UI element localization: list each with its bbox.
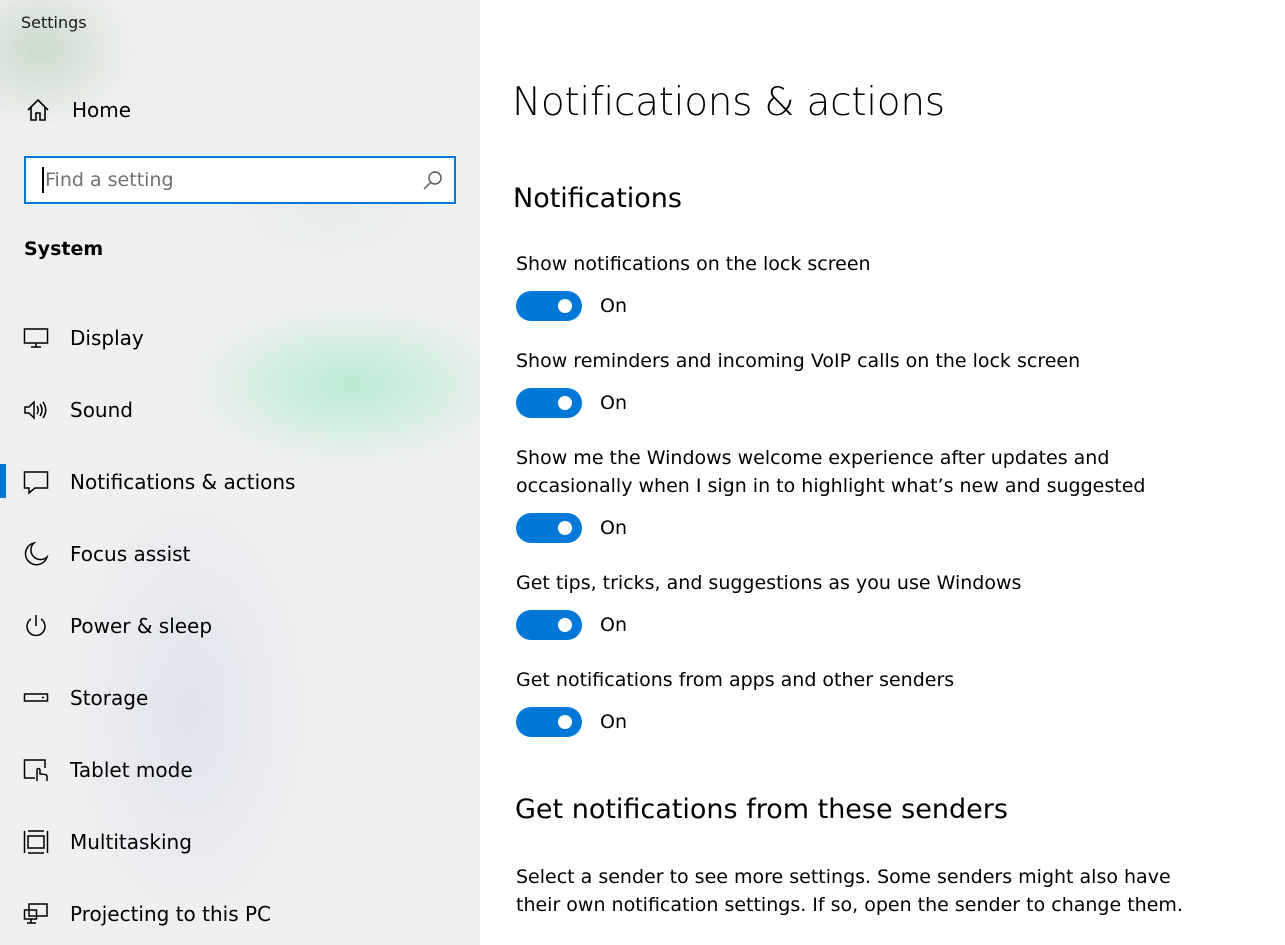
sidebar-item-label: Sound	[70, 398, 133, 422]
main-content: Notifications & actions Notifications Sh…	[480, 0, 1285, 945]
sidebar-item-power-sleep[interactable]: Power & sleep	[0, 590, 480, 662]
toggle-state: On	[600, 517, 627, 539]
sidebar: Settings Home Find a setting System Disp…	[0, 0, 480, 945]
app-title: Settings	[21, 13, 87, 32]
sidebar-item-focus-assist[interactable]: Focus assist	[0, 518, 480, 590]
sidebar-item-tablet-mode[interactable]: Tablet mode	[0, 734, 480, 806]
display-icon	[23, 325, 49, 351]
sidebar-item-label: Projecting to this PC	[70, 902, 272, 926]
sidebar-item-projecting[interactable]: Projecting to this PC	[0, 878, 480, 945]
senders-info-text: Select a sender to see more settings. So…	[516, 866, 1183, 916]
welcome-experience-toggle[interactable]	[516, 513, 582, 543]
settings-window: Settings Home Find a setting System Disp…	[0, 0, 1285, 945]
sidebar-item-display[interactable]: Display	[0, 302, 480, 374]
sidebar-item-sound[interactable]: Sound	[0, 374, 480, 446]
search-icon[interactable]	[422, 170, 444, 192]
sidebar-item-label: Notifications & actions	[70, 470, 296, 494]
toggle-state: On	[600, 711, 627, 733]
sidebar-item-notifications[interactable]: Notifications & actions	[0, 446, 480, 518]
moon-icon	[23, 541, 49, 567]
active-indicator	[0, 464, 6, 498]
toggle-state: On	[600, 392, 627, 414]
search-input[interactable]	[42, 167, 402, 193]
multitasking-icon	[23, 829, 49, 855]
senders-heading: Get notifications from these senders	[515, 794, 1008, 825]
app-notifications-toggle[interactable]	[516, 707, 582, 737]
sidebar-item-label: Storage	[70, 686, 149, 710]
notifications-heading: Notifications	[513, 183, 682, 214]
setting-lock-screen-notifications: Show notifications on the lock screen On	[516, 250, 1236, 321]
setting-reminders-voip: Show reminders and incoming VoIP calls o…	[516, 347, 1236, 418]
tablet-mode-icon	[23, 757, 49, 783]
sidebar-item-label: Display	[70, 326, 144, 350]
setting-label: Show me the Windows welcome experience a…	[516, 447, 1146, 497]
setting-tips-tricks: Get tips, tricks, and suggestions as you…	[516, 569, 1236, 640]
notification-icon	[23, 469, 49, 495]
sidebar-item-label: Tablet mode	[70, 758, 193, 782]
sidebar-item-storage[interactable]: Storage	[0, 662, 480, 734]
sidebar-item-label: Multitasking	[70, 830, 192, 854]
sidebar-nav: Display Sound Notifications & actions Fo…	[0, 302, 480, 945]
setting-label: Get tips, tricks, and suggestions as you…	[516, 572, 1022, 594]
home-label: Home	[72, 98, 132, 122]
home-button[interactable]: Home	[24, 92, 131, 128]
home-icon	[24, 96, 52, 124]
speaker-icon	[23, 397, 49, 423]
search-box[interactable]	[24, 156, 456, 204]
toggle-state: On	[600, 614, 627, 636]
toggle-state: On	[600, 295, 627, 317]
lock-screen-notifications-toggle[interactable]	[516, 291, 582, 321]
section-label-system: System	[24, 238, 104, 260]
sidebar-item-label: Focus assist	[70, 542, 191, 566]
projecting-icon	[23, 901, 49, 927]
storage-icon	[23, 685, 49, 711]
page-title: Notifications & actions	[512, 80, 945, 125]
setting-app-notifications: Get notifications from apps and other se…	[516, 666, 1236, 737]
setting-label: Show reminders and incoming VoIP calls o…	[516, 350, 1081, 372]
setting-label: Show notifications on the lock screen	[516, 253, 871, 275]
setting-label: Get notifications from apps and other se…	[516, 669, 955, 691]
sidebar-item-label: Power & sleep	[70, 614, 213, 638]
power-icon	[23, 613, 49, 639]
sidebar-item-multitasking[interactable]: Multitasking	[0, 806, 480, 878]
setting-welcome-experience: Show me the Windows welcome experience a…	[516, 444, 1156, 543]
tips-tricks-toggle[interactable]	[516, 610, 582, 640]
reminders-voip-toggle[interactable]	[516, 388, 582, 418]
